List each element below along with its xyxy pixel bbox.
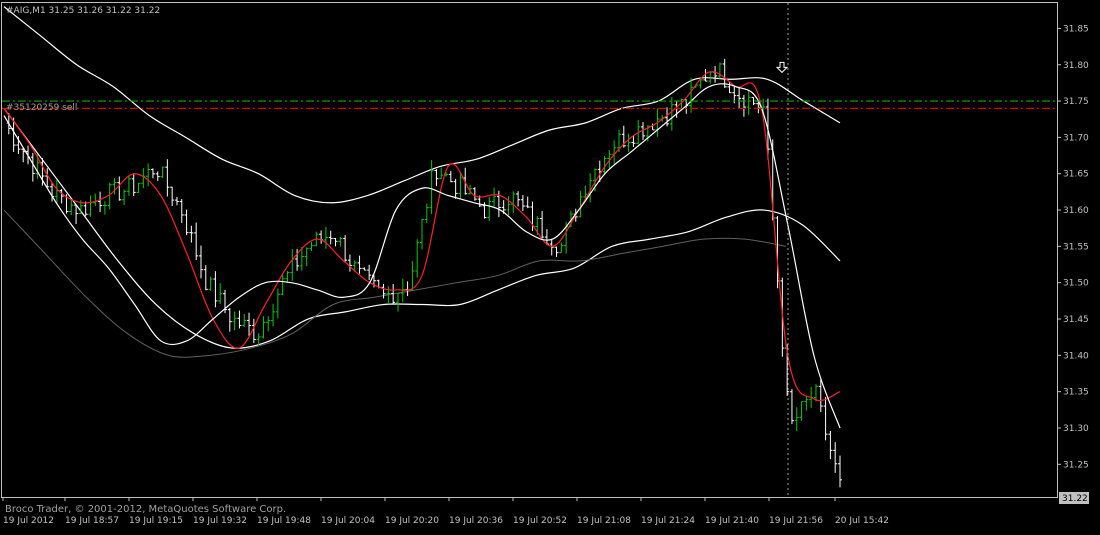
- plot-frame: [1, 2, 1058, 498]
- copyright-text: Broco Trader, © 2001-2012, MetaQuotes So…: [5, 504, 286, 515]
- order-label[interactable]: #35120259 sell: [6, 103, 77, 113]
- x-tick-label: 19 Jul 21:08: [577, 516, 631, 526]
- x-tick-label: 19 Jul 21:40: [705, 516, 759, 526]
- x-tick-label: 20 Jul 15:42: [835, 516, 889, 526]
- y-tick-label: 31.55: [1063, 242, 1089, 252]
- y-tick-label: 31.25: [1063, 460, 1089, 470]
- x-tick-label: 19 Jul 21:56: [769, 516, 823, 526]
- y-tick-label: 31.45: [1063, 315, 1089, 325]
- y-tick-label: 31.65: [1063, 170, 1089, 180]
- y-tick-label: 31.60: [1063, 206, 1089, 216]
- y-tick-label: 31.85: [1063, 24, 1089, 34]
- x-tick-label: 19 Jul 20:20: [385, 516, 439, 526]
- current-price-label: 31.22: [1062, 494, 1088, 504]
- x-tick-label: 19 Jul 19:32: [193, 516, 247, 526]
- x-tick-label: 19 Jul 19:48: [257, 516, 311, 526]
- price-chart[interactable]: 31.85 31.80 31.75 31.70 31.65 31.60 31.55 31.50…: [0, 0, 1100, 535]
- price-axis: 31.85 31.80 31.75 31.70 31.65 31.60 31.55 31.50…: [1057, 24, 1089, 470]
- x-tick-label: 19 Jul 20:52: [513, 516, 567, 526]
- x-tick-label: 19 Jul 21:24: [641, 516, 695, 526]
- y-tick-label: 31.80: [1063, 61, 1089, 71]
- x-tick-label: 19 Jul 19:15: [129, 516, 183, 526]
- x-tick-label: 19 Jul 2012: [3, 516, 54, 526]
- x-tick-label: 19 Jul 18:57: [65, 516, 119, 526]
- symbol-info: #AIG,M1 31.25 31.26 31.22 31.22: [6, 6, 160, 16]
- y-tick-label: 31.50: [1063, 279, 1089, 289]
- x-tick-label: 19 Jul 20:04: [321, 516, 375, 526]
- y-tick-label: 31.35: [1063, 388, 1089, 398]
- y-tick-label: 31.75: [1063, 97, 1089, 107]
- y-tick-label: 31.70: [1063, 133, 1089, 143]
- x-tick-label: 19 Jul 20:36: [449, 516, 503, 526]
- y-tick-label: 31.40: [1063, 351, 1089, 361]
- y-tick-label: 31.30: [1063, 424, 1089, 434]
